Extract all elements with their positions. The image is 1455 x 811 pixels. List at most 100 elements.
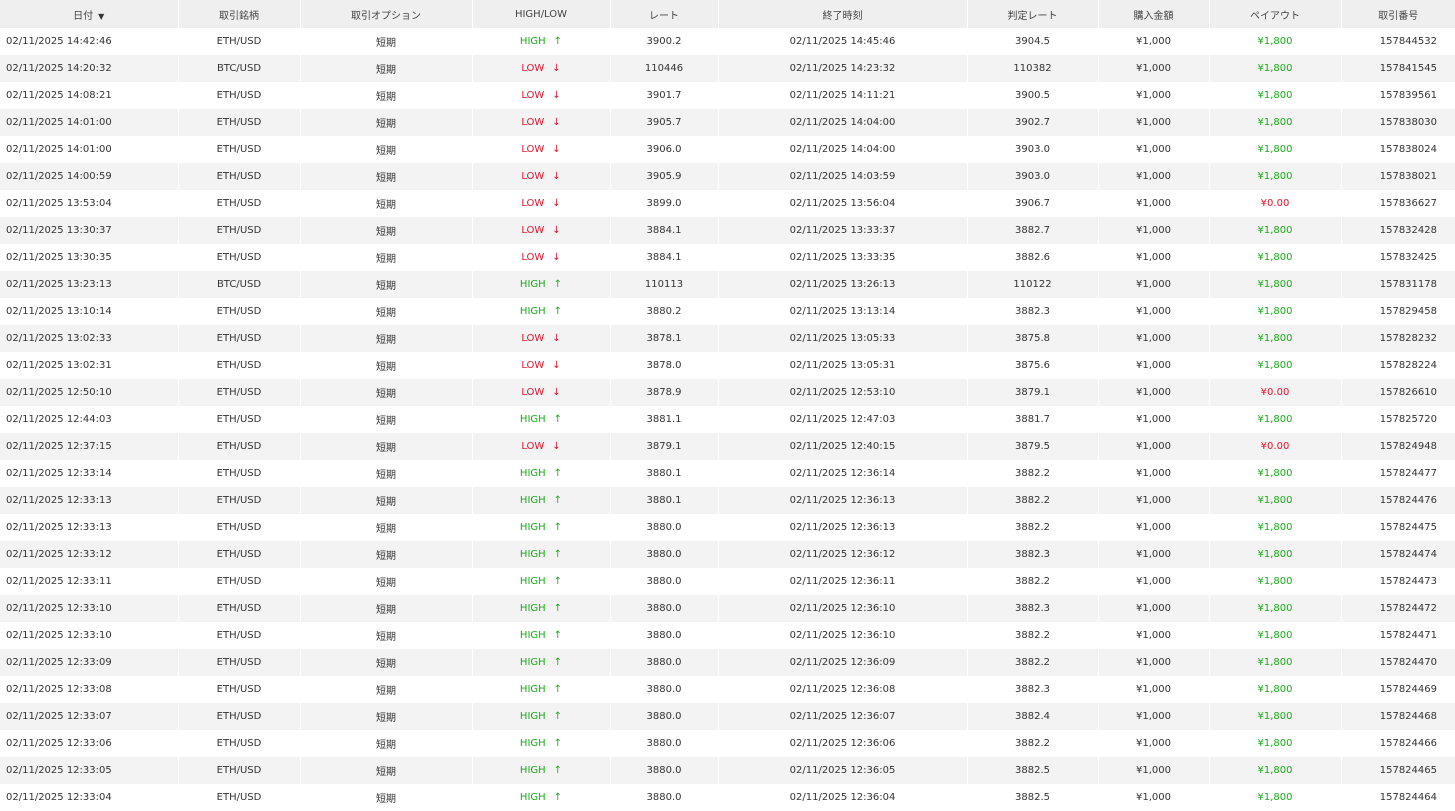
cell-expiry: 02/11/2025 12:36:10	[718, 595, 968, 622]
cell-expiry: 02/11/2025 12:36:12	[718, 541, 968, 568]
cell-expiry: 02/11/2025 14:45:46	[718, 28, 968, 55]
cell-rate: 3880.0	[610, 541, 719, 568]
cell-symbol: ETH/USD	[178, 163, 301, 190]
cell-rate: 3880.0	[610, 514, 719, 541]
cell-amount: ¥1,000	[1098, 649, 1210, 676]
cell-payout: ¥1,800	[1209, 568, 1342, 595]
table-row[interactable]: 02/11/2025 13:53:04 ETH/USD 短期 LOW ↓ 3899.0 02…	[0, 190, 1455, 217]
table-row[interactable]: 02/11/2025 12:33:07 ETH/USD 短期 HIGH ↑ 3880.0 0…	[0, 703, 1455, 730]
table-row[interactable]: 02/11/2025 12:33:12 ETH/USD 短期 HIGH ↑ 3880.0 0…	[0, 541, 1455, 568]
table-row[interactable]: 02/11/2025 13:30:37 ETH/USD 短期 LOW ↓ 3884.1 02…	[0, 217, 1455, 244]
cell-judged-rate: 3903.0	[967, 163, 1099, 190]
table-row[interactable]: 02/11/2025 14:20:32 BTC/USD 短期 LOW ↓ 110446 02…	[0, 55, 1455, 82]
cell-judged-rate: 3882.2	[967, 730, 1099, 757]
cell-trade-id: 157824473	[1379, 576, 1437, 587]
header-expiry[interactable]: 終了時刻	[718, 0, 968, 28]
header-amount[interactable]: 購入金額	[1098, 0, 1210, 28]
cell-date: 02/11/2025 14:00:59	[0, 163, 179, 190]
cell-trade-id: 157829458	[1379, 306, 1437, 317]
cell-option: 短期	[300, 622, 473, 649]
header-option[interactable]: 取引オプション	[300, 0, 473, 28]
cell-rate: 3899.0	[610, 190, 719, 217]
cell-expiry: 02/11/2025 14:11:21	[718, 82, 968, 109]
cell-expiry: 02/11/2025 12:36:13	[718, 514, 968, 541]
cell-judged-rate: 3882.4	[967, 703, 1099, 730]
cell-option: 短期	[300, 784, 473, 811]
cell-trade-id: 157824472	[1379, 603, 1437, 614]
cell-symbol: ETH/USD	[178, 568, 301, 595]
cell-rate: 3880.1	[610, 460, 719, 487]
header-judged-rate[interactable]: 判定レート	[967, 0, 1099, 28]
cell-direction: HIGH ↑	[472, 703, 611, 730]
table-row[interactable]: 02/11/2025 13:10:14 ETH/USD 短期 HIGH ↑ 3880.2 0…	[0, 298, 1455, 325]
header-date[interactable]: 日付 ▼	[0, 0, 179, 28]
cell-rate: 3880.0	[610, 595, 719, 622]
cell-amount: ¥1,000	[1098, 595, 1210, 622]
cell-judged-rate: 3906.7	[967, 190, 1099, 217]
cell-judged-rate: 3882.3	[967, 595, 1099, 622]
cell-direction: LOW ↓	[472, 82, 611, 109]
cell-judged-rate: 3882.2	[967, 622, 1099, 649]
table-row[interactable]: 02/11/2025 12:33:09 ETH/USD 短期 HIGH ↑ 3880.0 0…	[0, 649, 1455, 676]
header-payout[interactable]: ペイアウト	[1209, 0, 1342, 28]
cell-payout: ¥1,800	[1209, 676, 1342, 703]
cell-symbol: ETH/USD	[178, 649, 301, 676]
cell-trade-id: 157825720	[1379, 414, 1437, 425]
cell-payout: ¥1,800	[1209, 28, 1342, 55]
table-row[interactable]: 02/11/2025 14:00:59 ETH/USD 短期 LOW ↓ 3905.9 02…	[0, 163, 1455, 190]
cell-amount: ¥1,000	[1098, 136, 1210, 163]
cell-symbol: ETH/USD	[178, 730, 301, 757]
cell-symbol: ETH/USD	[178, 82, 301, 109]
table-row[interactable]: 02/11/2025 12:33:13 ETH/USD 短期 HIGH ↑ 3880.0 0…	[0, 514, 1455, 541]
cell-trade-id: 157839561	[1379, 90, 1437, 101]
table-row[interactable]: 02/11/2025 12:33:04 ETH/USD 短期 HIGH ↑ 3880.0 0…	[0, 784, 1455, 811]
cell-symbol: ETH/USD	[178, 757, 301, 784]
cell-direction: LOW ↓	[472, 217, 611, 244]
cell-date: 02/11/2025 12:33:05	[0, 757, 179, 784]
cell-rate: 3906.0	[610, 136, 719, 163]
arrow-up-icon: ↑	[553, 468, 563, 479]
table-row[interactable]: 02/11/2025 12:33:13 ETH/USD 短期 HIGH ↑ 3880.1 0…	[0, 487, 1455, 514]
table-row[interactable]: 02/11/2025 12:33:05 ETH/USD 短期 HIGH ↑ 3880.0 0…	[0, 757, 1455, 784]
cell-payout: ¥1,800	[1209, 406, 1342, 433]
cell-option: 短期	[300, 757, 473, 784]
table-row[interactable]: 02/11/2025 14:01:00 ETH/USD 短期 LOW ↓ 3905.7 02…	[0, 109, 1455, 136]
cell-direction: HIGH ↑	[472, 757, 611, 784]
direction-label: HIGH	[519, 576, 546, 587]
table-row[interactable]: 02/11/2025 14:01:00 ETH/USD 短期 LOW ↓ 3906.0 02…	[0, 136, 1455, 163]
cell-option: 短期	[300, 460, 473, 487]
cell-symbol: ETH/USD	[178, 109, 301, 136]
table-row[interactable]: 02/11/2025 12:33:06 ETH/USD 短期 HIGH ↑ 3880.0 0…	[0, 730, 1455, 757]
direction-label: LOW	[521, 63, 545, 74]
header-rate[interactable]: レート	[610, 0, 719, 28]
table-row[interactable]: 02/11/2025 12:33:11 ETH/USD 短期 HIGH ↑ 3880.0 0…	[0, 568, 1455, 595]
table-row[interactable]: 02/11/2025 12:33:08 ETH/USD 短期 HIGH ↑ 3880.0 0…	[0, 676, 1455, 703]
cell-rate: 3880.0	[610, 649, 719, 676]
cell-symbol: BTC/USD	[178, 55, 301, 82]
cell-amount: ¥1,000	[1098, 217, 1210, 244]
table-row[interactable]: 02/11/2025 12:33:10 ETH/USD 短期 HIGH ↑ 3880.0 0…	[0, 595, 1455, 622]
arrow-down-icon: ↓	[552, 387, 561, 398]
table-row[interactable]: 02/11/2025 12:33:10 ETH/USD 短期 HIGH ↑ 3880.0 0…	[0, 622, 1455, 649]
table-row[interactable]: 02/11/2025 12:33:14 ETH/USD 短期 HIGH ↑ 3880.1 0…	[0, 460, 1455, 487]
cell-trade-id: 157838030	[1379, 117, 1437, 128]
header-trade-id[interactable]: 取引番号	[1341, 0, 1455, 28]
table-row[interactable]: 02/11/2025 13:02:31 ETH/USD 短期 LOW ↓ 3878.0 02…	[0, 352, 1455, 379]
sort-down-icon[interactable]: ▼	[98, 12, 104, 21]
table-row[interactable]: 02/11/2025 13:23:13 BTC/USD 短期 HIGH ↑ 110113 0…	[0, 271, 1455, 298]
cell-trade-id: 157824471	[1379, 630, 1437, 641]
table-row[interactable]: 02/11/2025 12:50:10 ETH/USD 短期 LOW ↓ 3878.9 02…	[0, 379, 1455, 406]
table-row[interactable]: 02/11/2025 13:30:35 ETH/USD 短期 LOW ↓ 3884.1 02…	[0, 244, 1455, 271]
table-row[interactable]: 02/11/2025 14:08:21 ETH/USD 短期 LOW ↓ 3901.7 02…	[0, 82, 1455, 109]
cell-rate: 3878.0	[610, 352, 719, 379]
cell-rate: 3884.1	[610, 217, 719, 244]
header-symbol[interactable]: 取引銘柄	[178, 0, 301, 28]
table-row[interactable]: 02/11/2025 14:42:46 ETH/USD 短期 HIGH ↑ 3900.2 0…	[0, 28, 1455, 55]
table-row[interactable]: 02/11/2025 12:37:15 ETH/USD 短期 LOW ↓ 3879.1 02…	[0, 433, 1455, 460]
table-row[interactable]: 02/11/2025 12:44:03 ETH/USD 短期 HIGH ↑ 3881.1 0…	[0, 406, 1455, 433]
table-row[interactable]: 02/11/2025 13:02:33 ETH/USD 短期 LOW ↓ 3878.1 02…	[0, 325, 1455, 352]
direction-label: LOW	[521, 225, 545, 236]
cell-option: 短期	[300, 406, 473, 433]
header-direction[interactable]: HIGH/LOW	[472, 0, 611, 28]
direction-label: HIGH	[519, 522, 546, 533]
